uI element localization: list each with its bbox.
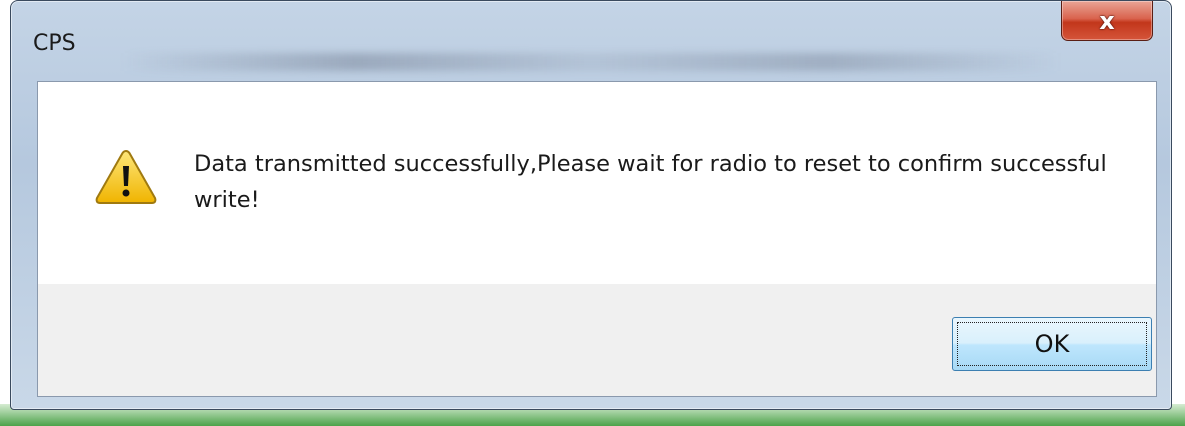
- message-area: Data transmitted successfully,Please wai…: [38, 82, 1156, 284]
- close-icon: x: [1099, 6, 1115, 35]
- title-bar-blur: [121, 53, 1061, 71]
- message-text: Data transmitted successfully,Please wai…: [194, 151, 1107, 213]
- ok-button[interactable]: OK: [952, 317, 1152, 371]
- warning-icon: [95, 149, 157, 204]
- dialog-client-area: Data transmitted successfully,Please wai…: [37, 81, 1157, 397]
- window-title: CPS: [33, 31, 76, 56]
- ok-button-label: OK: [1034, 330, 1070, 358]
- close-button[interactable]: x: [1061, 1, 1153, 41]
- desktop-background-right: [1172, 0, 1185, 426]
- dialog-window: CPS x Data transmitted successfully,Plea…: [10, 0, 1172, 410]
